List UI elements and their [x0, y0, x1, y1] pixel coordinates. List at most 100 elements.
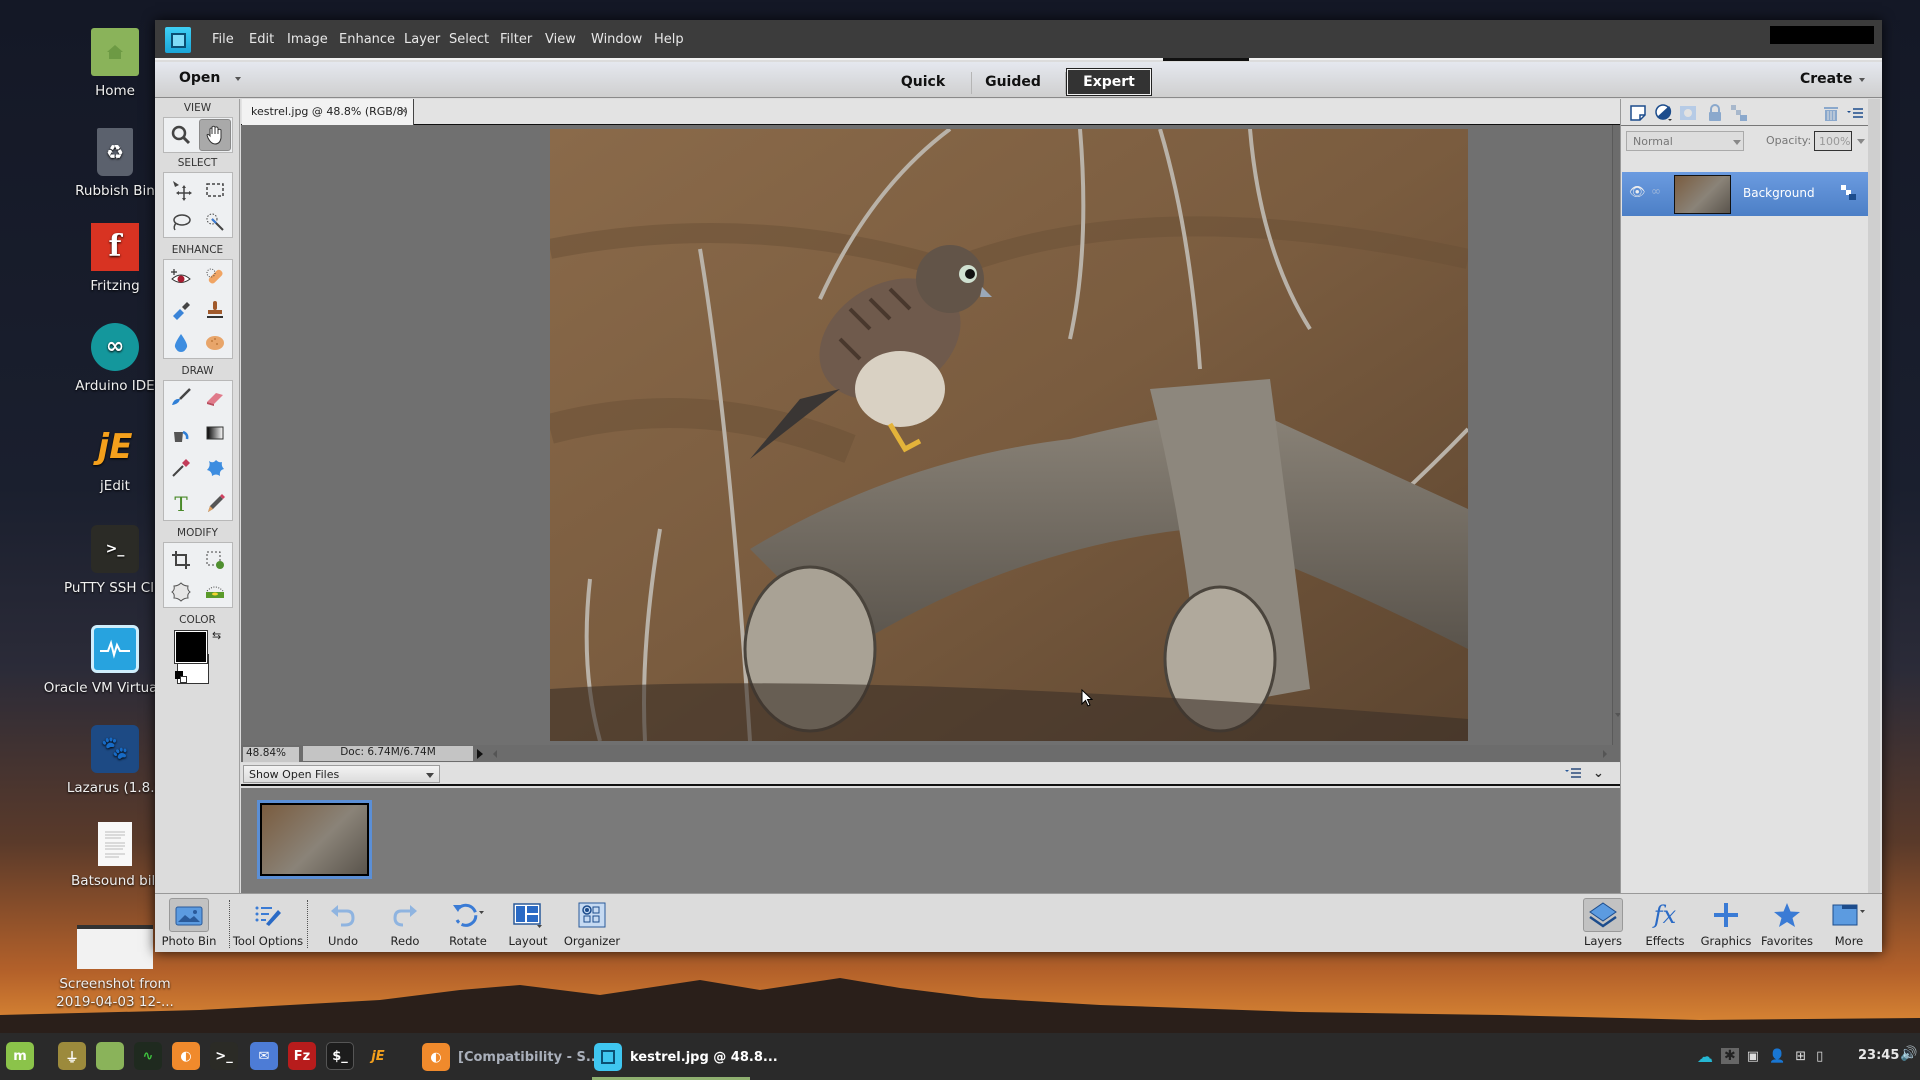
- rectangular-marquee-tool[interactable]: [199, 174, 231, 206]
- network-manager-icon[interactable]: ✱: [1721, 1048, 1739, 1064]
- layers-button[interactable]: Layers: [1573, 898, 1633, 950]
- layer-lock-icon[interactable]: [1840, 184, 1858, 202]
- launcher-jedit-icon[interactable]: jE: [364, 1042, 392, 1070]
- mode-tab-expert[interactable]: Expert: [1066, 68, 1152, 96]
- panel-menu-icon[interactable]: [1845, 103, 1865, 123]
- move-tool[interactable]: [165, 174, 197, 206]
- close-tab-icon[interactable]: ×: [399, 104, 408, 117]
- mode-tab-guided[interactable]: Guided: [978, 69, 1048, 95]
- canvas-area[interactable]: [241, 125, 1612, 745]
- menu-file[interactable]: File: [212, 32, 234, 47]
- graphics-button[interactable]: Graphics: [1696, 898, 1756, 950]
- clone-stamp-tool[interactable]: [199, 294, 231, 326]
- launcher-terminal-icon[interactable]: $_: [326, 1042, 354, 1070]
- create-button[interactable]: Create: [1800, 71, 1852, 87]
- kestrel-photo[interactable]: [550, 129, 1468, 741]
- launcher-system-monitor-icon[interactable]: ∿: [134, 1042, 162, 1070]
- color-picker-tool[interactable]: [165, 452, 197, 484]
- document-tab[interactable]: kestrel.jpg @ 48.8% (RGB/8) ×: [242, 99, 414, 125]
- spot-healing-tool[interactable]: [199, 261, 231, 293]
- launcher-putty-icon[interactable]: >_: [210, 1042, 238, 1070]
- sponge-tool[interactable]: [199, 327, 231, 359]
- layout-button[interactable]: Layout: [498, 898, 558, 950]
- eraser-tool[interactable]: [199, 382, 231, 414]
- show-open-files-dropdown[interactable]: Show Open Files: [243, 765, 440, 783]
- photo-bin-thumbnail[interactable]: [257, 800, 372, 879]
- launcher-show-desktop-icon[interactable]: ⏚: [58, 1042, 86, 1070]
- menu-enhance[interactable]: Enhance: [339, 32, 395, 47]
- gradient-tool[interactable]: [199, 417, 231, 449]
- scroll-right-arrow-icon[interactable]: [1603, 750, 1607, 758]
- taskbar-window-compatibility[interactable]: ◐ [Compatibility - S...: [422, 1039, 601, 1075]
- launcher-filezilla-icon[interactable]: Fz: [288, 1042, 316, 1070]
- zoom-level-field[interactable]: 48.84%: [243, 747, 299, 762]
- organizer-button[interactable]: Organizer: [557, 898, 627, 950]
- new-layer-icon[interactable]: [1628, 103, 1648, 123]
- blur-tool[interactable]: [165, 327, 197, 359]
- crop-tool[interactable]: [165, 544, 197, 576]
- favorites-button[interactable]: Favorites: [1757, 898, 1817, 950]
- network-icon[interactable]: ⊞: [1795, 1049, 1806, 1064]
- launcher-firefox-icon[interactable]: ◐: [172, 1042, 200, 1070]
- open-dropdown-caret-icon[interactable]: [235, 77, 241, 81]
- quick-selection-tool[interactable]: [199, 206, 231, 238]
- custom-shape-tool[interactable]: [199, 452, 231, 484]
- layers-panel-scrollbar[interactable]: [1868, 99, 1880, 913]
- recompose-tool[interactable]: [199, 544, 231, 576]
- status-menu-arrow-icon[interactable]: [477, 749, 483, 759]
- menu-view[interactable]: View: [545, 32, 576, 47]
- volume-icon[interactable]: 🔊: [1900, 1046, 1917, 1062]
- foreground-color-swatch[interactable]: [174, 630, 208, 664]
- launcher-files-icon[interactable]: [96, 1042, 124, 1070]
- collapse-bin-chevron-icon[interactable]: ⌄: [1593, 766, 1604, 781]
- menu-window[interactable]: Window: [591, 32, 642, 47]
- link-layer-icon[interactable]: ∞: [1651, 184, 1661, 198]
- disk-icon[interactable]: ▣: [1747, 1049, 1759, 1064]
- eye-visibility-icon[interactable]: 👁: [1629, 185, 1646, 200]
- opacity-field[interactable]: 100%: [1814, 131, 1852, 151]
- lasso-tool[interactable]: [165, 206, 197, 238]
- swap-colors-icon[interactable]: ⇆: [212, 629, 221, 642]
- layer-row-background[interactable]: 👁 ∞ Background: [1622, 172, 1868, 216]
- type-tool[interactable]: T: [165, 487, 197, 519]
- smart-brush-tool[interactable]: [165, 294, 197, 326]
- adjustment-layer-icon[interactable]: [1654, 103, 1674, 123]
- menu-edit[interactable]: Edit: [249, 32, 274, 47]
- menu-help[interactable]: Help: [654, 32, 684, 47]
- straighten-tool[interactable]: [199, 576, 231, 608]
- lock-all-icon[interactable]: [1705, 103, 1725, 123]
- launcher-mail-icon[interactable]: ✉: [250, 1042, 278, 1070]
- zoom-tool[interactable]: [165, 119, 197, 151]
- bin-options-menu-icon[interactable]: [1564, 767, 1582, 779]
- taskbar-window-kestrel[interactable]: kestrel.jpg @ 48.8...: [594, 1039, 778, 1075]
- mode-tab-quick[interactable]: Quick: [894, 69, 952, 95]
- content-aware-move-tool[interactable]: [165, 576, 197, 608]
- hand-tool[interactable]: [199, 119, 231, 151]
- photo-bin-button[interactable]: Photo Bin: [159, 898, 219, 950]
- mint-menu-icon[interactable]: m: [6, 1042, 34, 1070]
- red-eye-tool[interactable]: [165, 261, 197, 293]
- pencil-tool[interactable]: [199, 487, 231, 519]
- battery-icon[interactable]: ▯: [1816, 1049, 1823, 1064]
- menu-filter[interactable]: Filter: [500, 32, 532, 47]
- lock-transparent-icon[interactable]: [1729, 103, 1749, 123]
- clock[interactable]: 23:45: [1858, 1048, 1899, 1063]
- undo-button[interactable]: Undo: [313, 898, 373, 950]
- user-icon[interactable]: 👤: [1769, 1049, 1785, 1064]
- canvas-horizontal-scrollbar[interactable]: [491, 748, 1611, 760]
- opacity-dropdown-caret-icon[interactable]: [1857, 139, 1865, 144]
- redo-button[interactable]: Redo: [375, 898, 435, 950]
- tool-options-button[interactable]: Tool Options: [232, 898, 304, 950]
- create-dropdown-caret-icon[interactable]: [1859, 78, 1865, 82]
- cloud-sync-icon[interactable]: ☁: [1697, 1047, 1713, 1066]
- paint-bucket-tool[interactable]: [165, 417, 197, 449]
- effects-button[interactable]: fx Effects: [1635, 898, 1695, 950]
- delete-layer-icon[interactable]: [1821, 103, 1841, 123]
- menu-select[interactable]: Select: [449, 32, 489, 47]
- open-button[interactable]: Open: [179, 70, 220, 86]
- more-button[interactable]: More: [1819, 898, 1879, 950]
- menu-image[interactable]: Image: [287, 32, 328, 47]
- menu-layer[interactable]: Layer: [404, 32, 440, 47]
- layer-mask-icon[interactable]: [1678, 103, 1698, 123]
- blend-mode-dropdown[interactable]: Normal: [1626, 131, 1744, 151]
